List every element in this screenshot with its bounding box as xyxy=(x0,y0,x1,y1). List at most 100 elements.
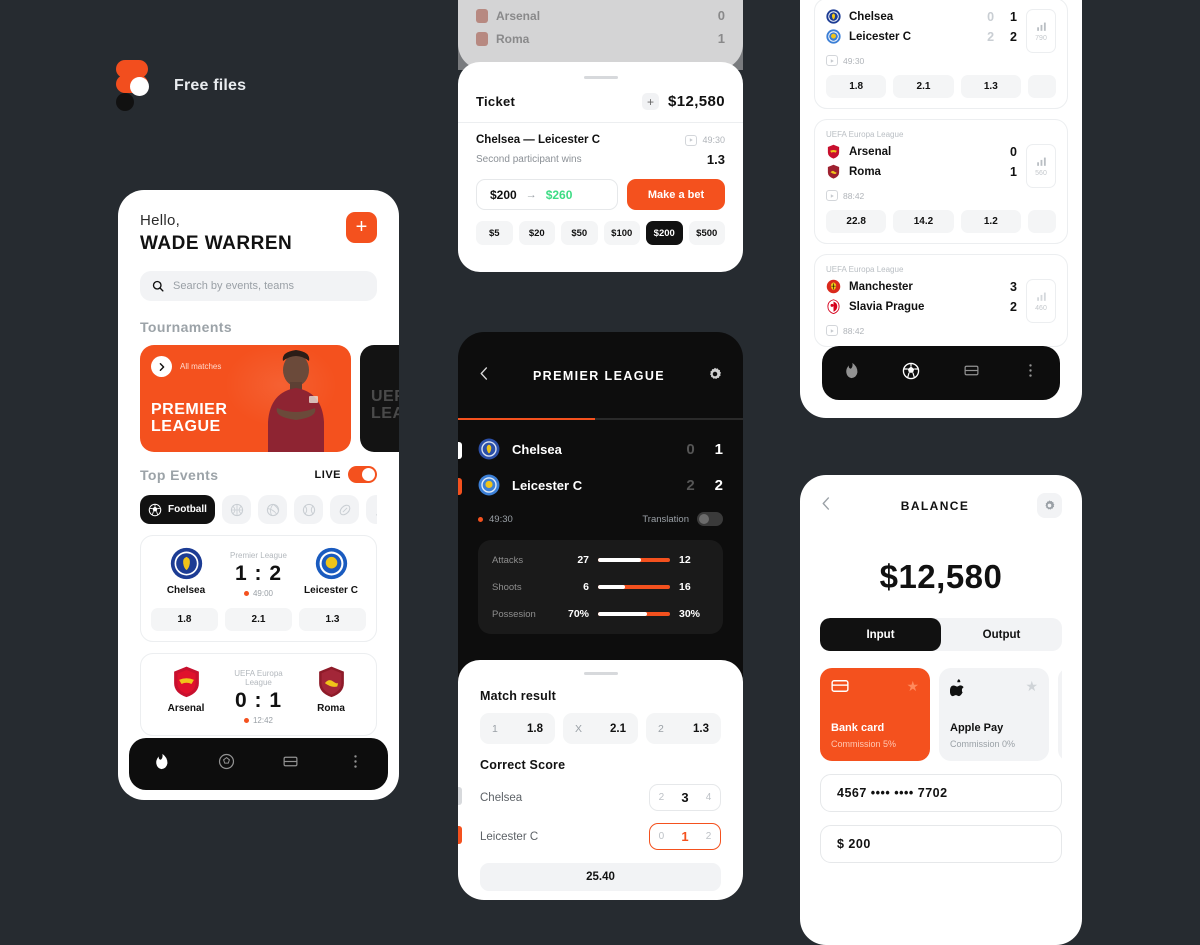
match-result-option-1[interactable]: 1 1.8 xyxy=(480,713,555,744)
match-result-row[interactable]: 1 1.8 X 2.1 2 1.3 xyxy=(480,713,721,744)
bottom-nav[interactable] xyxy=(822,346,1060,400)
odd-button-2[interactable]: 1.3 xyxy=(960,75,1021,98)
ticket-amount: $12,580 xyxy=(667,93,725,110)
quick-amount-chip[interactable]: $50 xyxy=(561,221,598,245)
quick-amount-chip[interactable]: $100 xyxy=(603,221,640,245)
match-list-card[interactable]: UEFA Europa League Arsenal 0 Roma 1 560 … xyxy=(814,119,1068,244)
match-result-option-2[interactable]: 2 1.3 xyxy=(646,713,721,744)
match-odds-row[interactable]: 22.8 14.2 1.2 xyxy=(826,210,1056,233)
match-result-option-x[interactable]: X 2.1 xyxy=(563,713,638,744)
sheet-grabber[interactable] xyxy=(583,76,618,79)
settings-button[interactable] xyxy=(1037,493,1062,518)
back-button[interactable] xyxy=(478,367,491,385)
sport-filter-tennis[interactable] xyxy=(294,495,323,524)
sheet-grabber[interactable] xyxy=(583,672,618,675)
gear-icon xyxy=(1045,500,1055,510)
odd-button-1[interactable]: 22.8 xyxy=(826,210,887,233)
match-odds-row[interactable]: 1.8 2.1 1.3 xyxy=(826,75,1056,98)
nav-cards-icon[interactable] xyxy=(282,753,299,775)
quick-amount-chip[interactable]: $500 xyxy=(688,221,725,245)
odd-button-x[interactable]: 2.1 xyxy=(893,75,954,98)
odd-button-more[interactable] xyxy=(1027,75,1056,98)
translation-toggle[interactable] xyxy=(697,512,723,526)
live-label: LIVE xyxy=(314,468,341,481)
settings-button[interactable] xyxy=(707,366,723,387)
nav-flame-icon[interactable] xyxy=(843,362,860,384)
nav-more-dots-icon[interactable] xyxy=(347,753,364,775)
payment-method-apple-pay[interactable]: ★ Apple Pay Commission 0% xyxy=(939,668,1049,761)
nav-flame-icon[interactable] xyxy=(153,753,170,775)
quick-amount-chip-selected[interactable]: $200 xyxy=(646,221,683,245)
nav-soccer-ball-icon[interactable] xyxy=(218,753,235,775)
nav-soccer-ball-icon[interactable] xyxy=(902,362,920,385)
team-name: Slavia Prague xyxy=(849,300,925,313)
card-number-input[interactable]: 4567 •••• •••• 7702 xyxy=(820,774,1062,812)
tab-input[interactable]: Input xyxy=(820,618,941,651)
ticket-add-button[interactable]: + xyxy=(641,93,659,110)
match-stat-badge[interactable]: 460 xyxy=(1026,279,1056,323)
odd-button-2[interactable]: 1.3 xyxy=(299,608,366,631)
sport-filter-hockey[interactable] xyxy=(366,495,377,524)
odd-button-more[interactable] xyxy=(1027,210,1056,233)
quick-amount-chip[interactable]: $20 xyxy=(518,221,555,245)
bottom-nav[interactable] xyxy=(129,738,388,790)
quick-amount-row[interactable]: $5 $20 $50 $100 $200 $500 xyxy=(476,221,725,245)
sport-filter-volleyball[interactable] xyxy=(258,495,287,524)
stake-input[interactable]: $200 → $260 xyxy=(476,179,618,210)
odd-button-x[interactable]: 2.1 xyxy=(225,608,292,631)
tournaments-carousel[interactable]: All matches PREMIER LEAGUE UEFA xyxy=(140,345,399,452)
live-toggle[interactable] xyxy=(348,466,377,483)
quick-amount-chip[interactable]: $5 xyxy=(476,221,513,245)
credit-card-icon xyxy=(831,680,849,692)
tournament-card-uefa-league[interactable]: UEFA LEAGUE xyxy=(360,345,399,452)
payment-methods-row[interactable]: ★ Bank card Commission 5% ★ Apple Pay Co… xyxy=(820,668,1062,761)
total-odds[interactable]: 25.40 xyxy=(480,863,721,891)
tournament-card-premier-league[interactable]: All matches PREMIER LEAGUE xyxy=(140,345,351,452)
odd-button-2[interactable]: 1.2 xyxy=(960,210,1021,233)
match-detail-phone: PREMIER LEAGUE Chelsea 0 1 Leicester C 2… xyxy=(458,332,743,900)
tv-icon xyxy=(685,134,698,146)
balance-tabs[interactable]: Input Output xyxy=(820,618,1062,651)
match-card[interactable]: Arsenal UEFA Europa League 0 : 1 12:42 R… xyxy=(140,653,377,736)
favorite-star-icon[interactable]: ★ xyxy=(906,678,919,695)
amount-input[interactable]: $ 200 xyxy=(820,825,1062,863)
correct-score-stepper-selected[interactable]: 0 1 2 xyxy=(649,823,721,850)
match-time: 88:42 xyxy=(826,190,1056,201)
odd-button-1[interactable]: 1.8 xyxy=(151,608,218,631)
bet-options-sheet: Match result 1 1.8 X 2.1 2 1.3 Correct S… xyxy=(458,660,743,900)
favorite-star-icon[interactable]: ★ xyxy=(1025,678,1038,695)
match-list-card[interactable]: Chelsea 0 1 Leicester C 2 2 790 49:30 1.… xyxy=(814,0,1068,109)
arrow-right-icon: → xyxy=(525,188,537,201)
sport-filter-rugby[interactable] xyxy=(330,495,359,524)
match-stat-badge[interactable]: 560 xyxy=(1026,144,1056,188)
sport-filter-football[interactable]: Football xyxy=(140,495,215,524)
odd-button-1[interactable]: 1.8 xyxy=(826,75,887,98)
search-input[interactable]: Search by events, teams xyxy=(140,271,377,301)
sport-filter-row[interactable]: Football xyxy=(140,495,377,524)
back-button[interactable] xyxy=(820,496,833,515)
add-button[interactable]: + xyxy=(346,212,377,243)
balance-title: BALANCE xyxy=(900,498,970,513)
match-time: 88:42 xyxy=(826,325,1056,336)
nav-more-dots-icon[interactable] xyxy=(1022,362,1039,384)
odd-button-x[interactable]: 14.2 xyxy=(893,210,954,233)
match-card[interactable]: Chelsea Premier League 1 : 2 49:00 Leice… xyxy=(140,535,377,642)
match-clock: 49:30 xyxy=(478,514,513,525)
basketball-icon xyxy=(230,503,243,516)
match-league: UEFA Europa League xyxy=(826,265,904,274)
payment-method-partial[interactable] xyxy=(1058,668,1062,761)
payment-method-bank-card[interactable]: ★ Bank card Commission 5% xyxy=(820,668,930,761)
sport-filter-basketball[interactable] xyxy=(222,495,251,524)
slavia-prague-crest-icon xyxy=(827,299,840,314)
make-a-bet-button[interactable]: Make a bet xyxy=(627,179,725,210)
match-odds-row[interactable]: 1.8 2.1 1.3 xyxy=(151,608,366,631)
nav-cards-icon[interactable] xyxy=(963,362,980,384)
match-time: 12:42 xyxy=(221,716,296,725)
match-list-card[interactable]: UEFA Europa League Manchester 3 Slavia P… xyxy=(814,254,1068,347)
arsenal-crest-icon xyxy=(173,666,199,698)
match-stat-badge[interactable]: 790 xyxy=(1026,9,1056,53)
bar-chart-icon xyxy=(1036,157,1046,166)
tab-output[interactable]: Output xyxy=(941,618,1062,651)
correct-score-stepper[interactable]: 2 3 4 xyxy=(649,784,721,811)
live-dot-icon xyxy=(478,516,483,522)
